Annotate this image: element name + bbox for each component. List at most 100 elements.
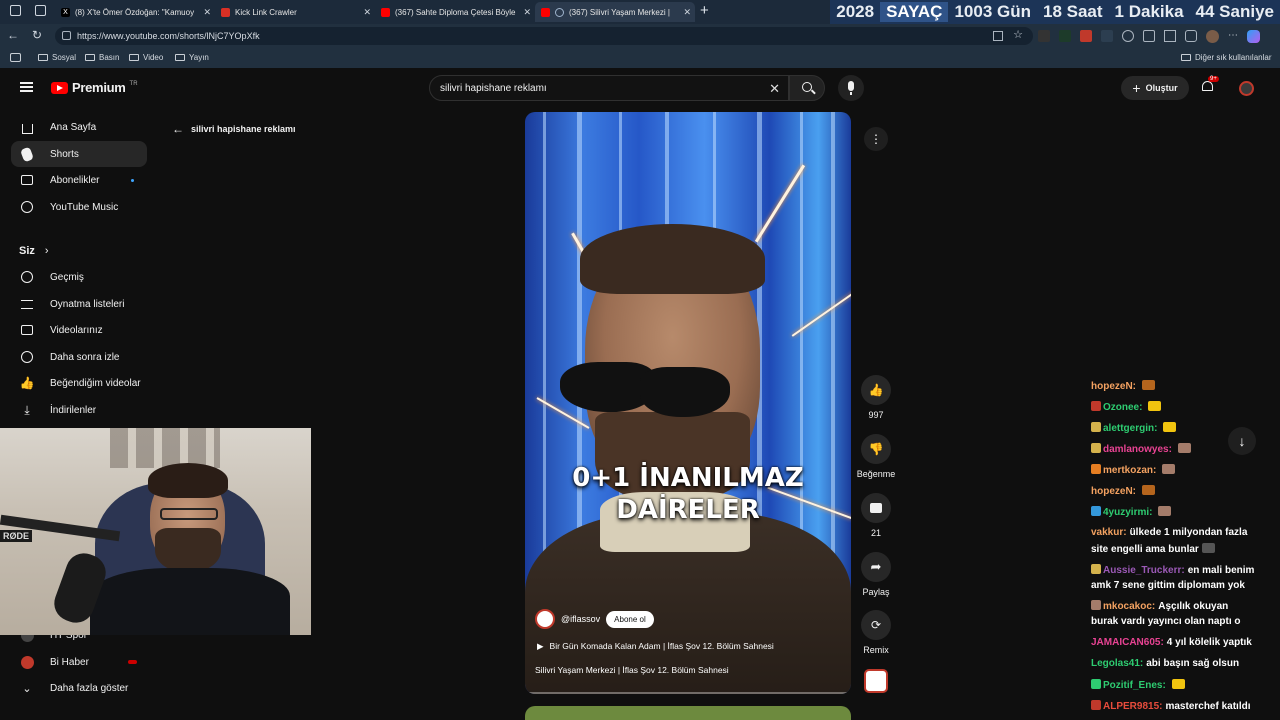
sidebar-section-siz[interactable]: Siz › [19, 245, 49, 257]
chat-username[interactable]: alettgergin: [1103, 423, 1157, 434]
video-progress-bar[interactable] [529, 692, 847, 694]
scroll-to-bottom-button[interactable]: ↓ [1228, 427, 1256, 455]
your-videos-icon [20, 323, 34, 337]
youtube-premium-logo[interactable]: Premium TR [51, 80, 138, 95]
browser-tab-youtube-active[interactable]: (367) Silivri Yaşam Merkezi | ✕ [535, 2, 695, 22]
chat-username[interactable]: Aussie_Truckerr: [1103, 565, 1185, 576]
sidebar-item-history[interactable]: Geçmiş [11, 264, 147, 290]
voice-search-button[interactable] [838, 75, 864, 101]
browser-tab-youtube-1[interactable]: (367) Sahte Diploma Çetesi Böyle ✕ [375, 2, 535, 22]
extensions-puzzle-icon[interactable] [1143, 30, 1155, 42]
more-menu-icon[interactable]: ⋯ [1228, 30, 1238, 43]
chat-username[interactable]: JAMAICAN605: [1091, 637, 1164, 648]
workspaces-icon[interactable] [10, 5, 21, 16]
close-tab-icon[interactable]: ✕ [683, 7, 691, 18]
chevron-down-icon: ⌄ [22, 682, 32, 695]
channel-avatar[interactable] [535, 609, 555, 629]
chat-message: vakkur: ülkede 1 milyondan fazla [1091, 527, 1247, 539]
folder-icon [129, 54, 139, 61]
chat-username[interactable]: Legolas41: [1091, 658, 1143, 669]
bookmark-folder-basin[interactable]: Basın [85, 53, 119, 62]
channel-handle[interactable]: @iflassov [561, 614, 600, 624]
subscribe-button[interactable]: Abone ol [606, 610, 654, 628]
chat-username[interactable]: hopezeN: [1091, 381, 1136, 392]
tab-title: (367) Sahte Diploma Çetesi Böyle [395, 7, 516, 17]
chat-username[interactable]: vakkur: [1091, 527, 1127, 538]
bookmark-toggle-icon[interactable] [10, 53, 21, 62]
short-video-player[interactable]: 0+1 İNANILMAZ DAİRELER @iflassov Abone o… [525, 112, 851, 694]
dislike-button[interactable]: 👎 [861, 434, 891, 464]
sidebar-item-subscriptions[interactable]: Abonelikler [11, 167, 147, 193]
bookmark-folder-sosyal[interactable]: Sosyal [38, 53, 76, 62]
sidebar-item-downloads[interactable]: ⤓ İndirilenler [11, 397, 147, 423]
remix-button[interactable]: ⟳ [861, 610, 891, 640]
close-tab-icon[interactable]: ✕ [523, 7, 531, 18]
browser-tab-kick[interactable]: Kick Link Crawler ✕ [215, 2, 375, 22]
tab-actions-icon[interactable] [35, 5, 46, 16]
browser-tab-x[interactable]: X (8) X'te Ömer Özdoğan: "Kamuoy ✕ [55, 2, 215, 22]
copilot-icon[interactable] [1247, 30, 1260, 43]
extension-icon[interactable] [1080, 30, 1092, 42]
app-available-icon[interactable] [993, 31, 1003, 41]
comment-icon [870, 503, 882, 513]
close-tab-icon[interactable]: ✕ [363, 7, 371, 18]
bookmark-folder-video[interactable]: Video [129, 53, 163, 62]
other-bookmarks[interactable]: Diğer sık kullanılanlar [1181, 53, 1271, 62]
next-short-preview[interactable] [525, 706, 851, 720]
audio-playing-icon[interactable] [555, 7, 564, 17]
chat-username[interactable]: Pozitif_Enes: [1103, 680, 1166, 691]
more-options-icon[interactable]: ⋮ [864, 127, 888, 151]
sidebar-item-playlists[interactable]: Oynatma listeleri [11, 291, 147, 317]
favorite-star-icon[interactable]: ☆ [1013, 28, 1023, 41]
sidebar-item-home[interactable]: Ana Sayfa [11, 114, 147, 140]
search-button[interactable] [789, 75, 825, 101]
chat-username[interactable]: mertkozan: [1103, 465, 1156, 476]
comments-button[interactable] [861, 493, 891, 523]
split-screen-icon[interactable] [1164, 30, 1176, 42]
channel-row: @iflassov Abone ol [535, 609, 654, 629]
sidebar-item-youtube-music[interactable]: YouTube Music [11, 194, 147, 220]
extension-icon[interactable] [1122, 30, 1134, 42]
remix-label: Remix [863, 645, 889, 655]
refresh-icon[interactable]: ↻ [32, 28, 42, 42]
sidebar-item-bi-haber[interactable]: Bi Haber [11, 649, 147, 675]
sidebar-item-your-videos[interactable]: Videolarınız [11, 317, 147, 343]
profile-avatar[interactable] [1206, 30, 1219, 43]
extension-icon[interactable] [1101, 30, 1113, 42]
hamburger-menu-icon[interactable] [20, 82, 33, 92]
chat-username[interactable]: 4yuzyirmi: [1103, 507, 1152, 518]
notifications-button[interactable]: 9+ [1201, 76, 1219, 94]
share-button[interactable]: ➦ [861, 552, 891, 582]
create-button[interactable]: + Oluştur [1121, 76, 1189, 100]
chat-username[interactable]: ALPER9815: [1103, 701, 1162, 712]
chat-text: abi başın sağ olsun [1146, 658, 1240, 669]
chat-message: alettgergin: [1091, 422, 1177, 435]
sidebar-show-more[interactable]: ⌄ Daha fazla göster [11, 675, 147, 701]
back-arrow-icon[interactable]: ← [7, 28, 19, 42]
sidebar-item-watch-later[interactable]: Daha sonra izle [11, 344, 147, 370]
url-field[interactable]: https://www.youtube.com/shorts/lNjC7YOpX… [55, 27, 1033, 45]
extensions-toolbar: ⋯ [1038, 30, 1260, 43]
back-to-search-link[interactable]: ← silivri hapishane reklamı [172, 122, 296, 136]
chat-message: amk 7 sene gittim diplomam yok [1091, 580, 1245, 592]
site-info-icon[interactable] [62, 31, 71, 40]
sidebar-item-shorts[interactable]: Shorts [11, 141, 147, 167]
clear-search-icon[interactable]: ✕ [769, 81, 780, 97]
subscriptions-icon [20, 173, 34, 187]
close-tab-icon[interactable]: ✕ [203, 7, 211, 18]
search-input[interactable]: silivri hapishane reklamı ✕ [429, 75, 789, 101]
chat-username[interactable]: hopezeN: [1091, 486, 1136, 497]
chat-username[interactable]: mkocakoc: [1103, 601, 1155, 612]
playlist-link[interactable]: ▶ Bir Gün Komada Kalan Adam | İflas Şov … [537, 641, 774, 652]
chat-username[interactable]: damlanowyes: [1103, 444, 1172, 455]
chat-username[interactable]: Ozonee: [1103, 402, 1142, 413]
account-avatar[interactable] [1239, 81, 1254, 96]
sidebar-item-liked-videos[interactable]: 👍 Beğendiğim videolar [11, 370, 147, 396]
extension-icon[interactable] [1059, 30, 1071, 42]
new-tab-button[interactable]: + [700, 2, 709, 19]
extension-icon[interactable] [1038, 30, 1050, 42]
sound-source-thumbnail[interactable] [864, 669, 888, 693]
favorites-icon[interactable] [1185, 30, 1197, 42]
like-button[interactable]: 👍 [861, 375, 891, 405]
bookmark-folder-yayin[interactable]: Yayın [175, 53, 209, 62]
